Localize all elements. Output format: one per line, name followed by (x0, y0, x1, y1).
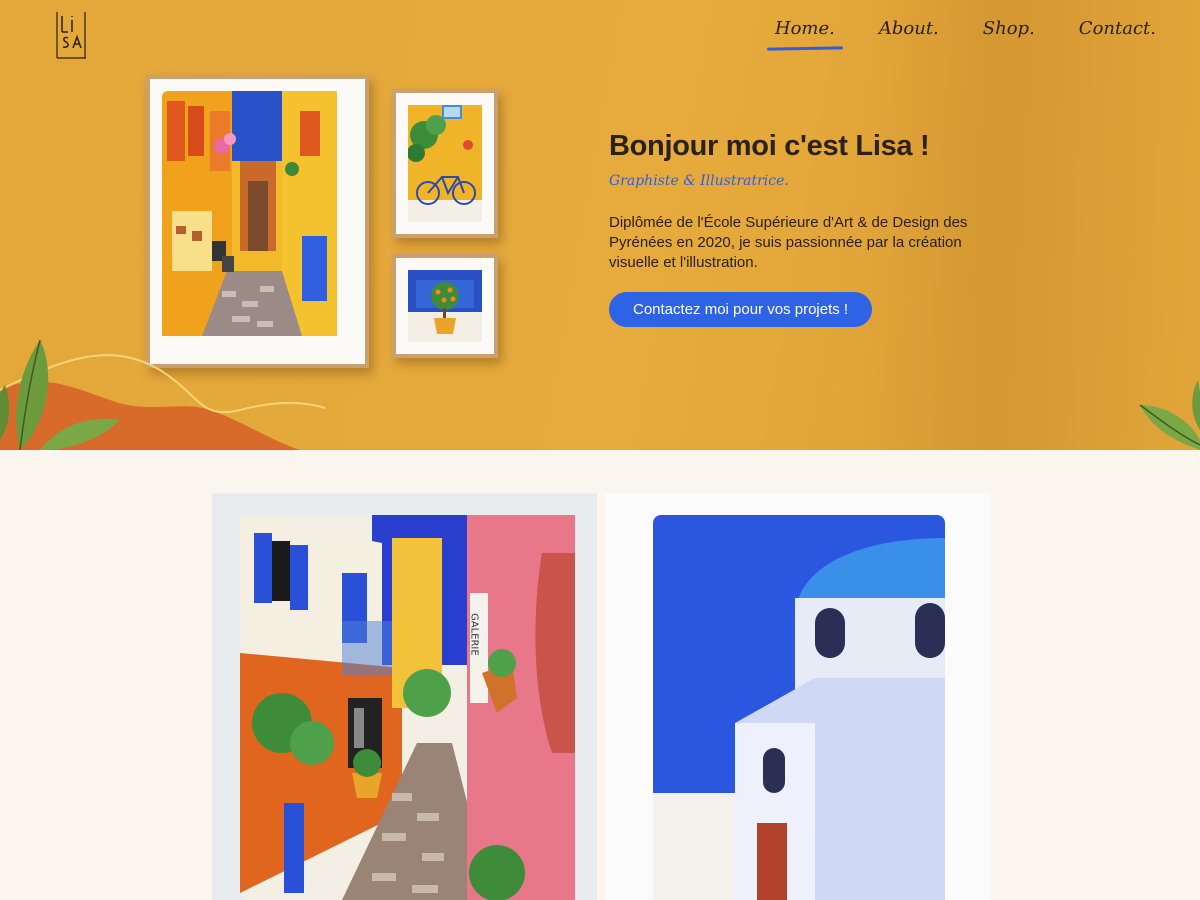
gallery-card-blue-dome[interactable] (605, 493, 990, 900)
hero-subtitle: Graphiste & Illustratrice. (609, 173, 789, 189)
framed-orange-tree-illustration (392, 254, 498, 358)
orange-tree-illustration (408, 270, 482, 342)
hero-intro: Bonjour moi c'est Lisa ! Graphiste & Ill… (609, 130, 1009, 327)
gallery-section: GALERIE (0, 450, 1200, 900)
bicycle-illustration (408, 105, 482, 222)
galerie-sign: GALERIE (469, 613, 480, 656)
lisa-logo[interactable] (54, 10, 88, 60)
street-illustration (162, 91, 337, 336)
nav-about-link[interactable]: About. (879, 14, 939, 54)
leaf-decoration-right (1139, 380, 1200, 450)
leaf-wave-decoration (0, 339, 326, 450)
gallery-card-street[interactable]: GALERIE (212, 493, 597, 900)
main-nav: Home. About. Shop. Contact. (731, 14, 1156, 54)
blue-dome-gallery-illustration (653, 515, 945, 900)
street-gallery-illustration: GALERIE (240, 515, 575, 900)
framed-street-illustration (146, 75, 369, 368)
contact-cta-button[interactable]: Contactez moi pour vos projets ! (609, 292, 873, 327)
hero-description: Diplômée de l'École Supérieure d'Art & d… (609, 214, 968, 271)
logo-mark (56, 12, 86, 59)
framed-bicycle-illustration (392, 89, 498, 238)
nav-contact-link[interactable]: Contact. (1079, 14, 1156, 54)
nav-shop-link[interactable]: Shop. (983, 14, 1035, 54)
hero-section: Home. About. Shop. Contact. Bonjour moi … (0, 0, 1200, 450)
nav-home-link[interactable]: Home. (775, 14, 835, 54)
hero-title: Bonjour moi c'est Lisa ! (609, 130, 930, 162)
